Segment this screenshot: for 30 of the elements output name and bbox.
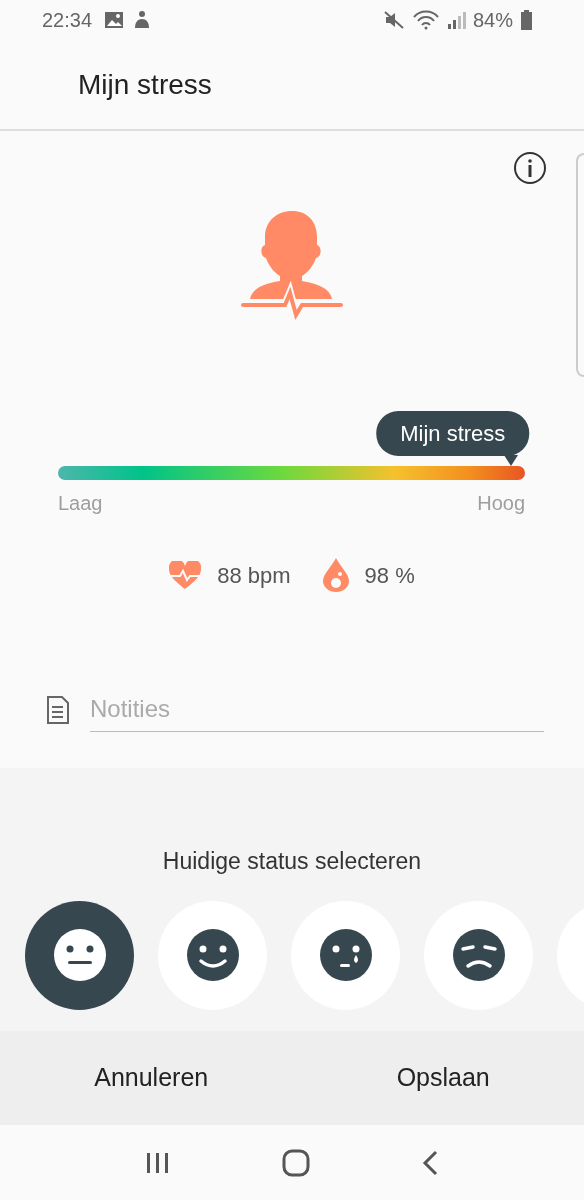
action-button[interactable]: Opslaan — [390, 1058, 496, 1098]
sheet-title: Huidige status selecteren — [161, 847, 423, 876]
clock-text: 22:34 — [42, 8, 93, 33]
mute-icon — [382, 10, 405, 30]
battery-text: 84% — [472, 8, 513, 33]
back-icon — [420, 1149, 439, 1176]
person-pulse-icon — [241, 211, 343, 323]
smiling-face-icon — [186, 929, 239, 981]
heart-pulse-icon — [169, 561, 202, 589]
wifi-icon — [412, 10, 439, 30]
stress-tooltip: Mijn stress — [376, 411, 530, 456]
info-button[interactable] — [513, 151, 547, 185]
battery-icon — [521, 10, 532, 30]
notes-field[interactable]: Notities — [90, 687, 544, 732]
edge-panel-handle[interactable] — [576, 153, 584, 377]
neutral-face-icon — [53, 929, 106, 981]
low-label: Laag — [58, 491, 103, 516]
vital-value: 98 % — [364, 561, 415, 590]
signal-icon — [446, 10, 467, 30]
image-icon — [104, 11, 125, 29]
sad-face-icon — [452, 929, 505, 981]
drop-icon — [322, 558, 349, 592]
note-icon — [46, 695, 70, 724]
page-title: Mijn stress — [78, 67, 212, 102]
vital-value: 88 bpm — [217, 561, 291, 590]
crying-face-icon — [319, 929, 372, 981]
person-icon — [132, 10, 151, 30]
high-label: Hoog — [477, 491, 525, 516]
home-icon — [282, 1148, 310, 1177]
action-button[interactable]: Annuleren — [88, 1058, 215, 1098]
